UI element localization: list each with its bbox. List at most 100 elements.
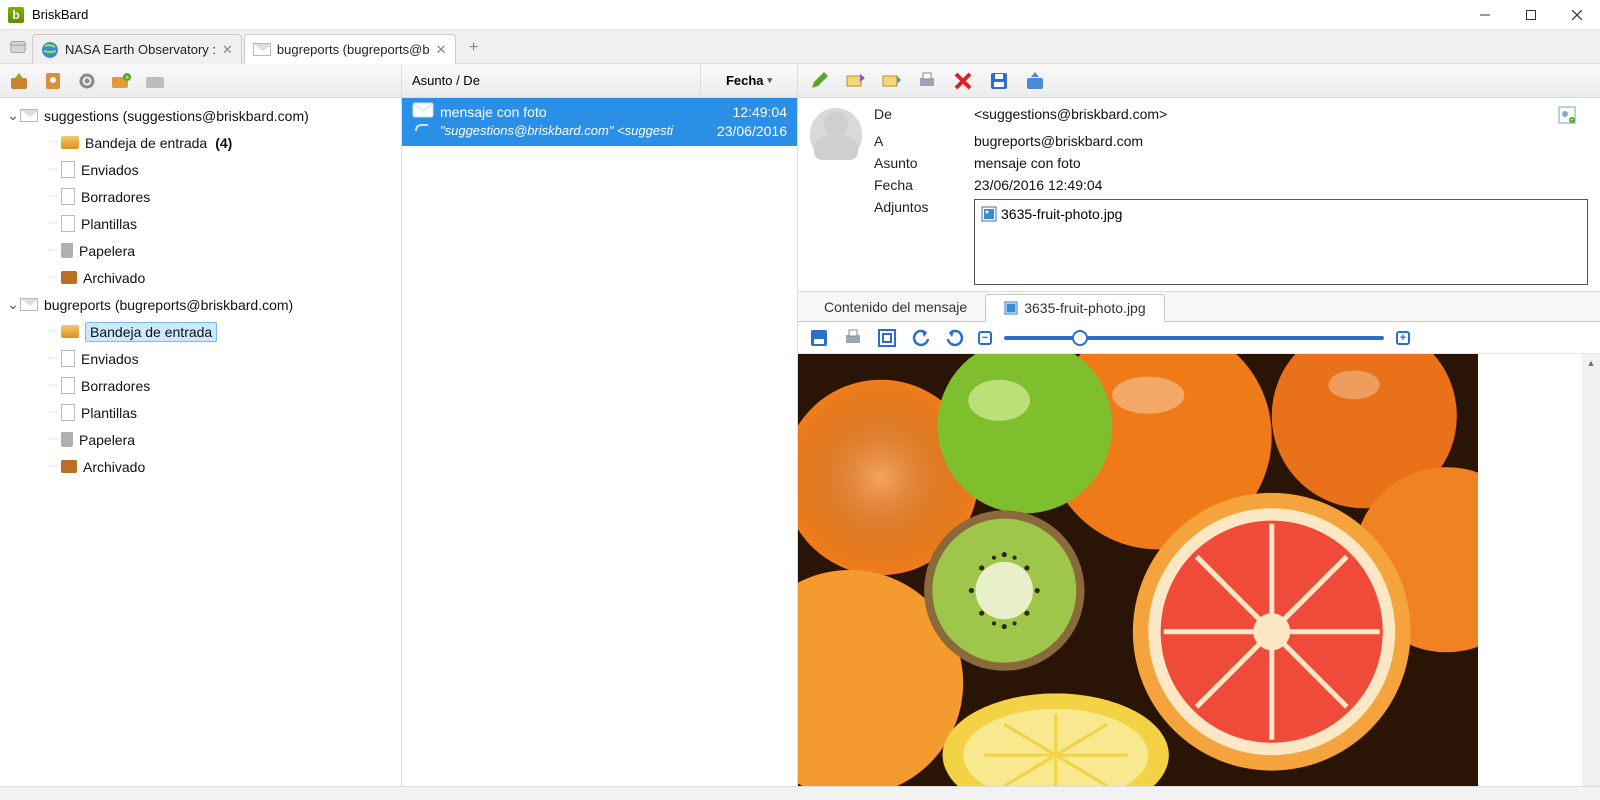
zoom-thumb[interactable] [1072, 330, 1088, 346]
label-from: De [874, 106, 974, 122]
folder-trash[interactable]: ⋯Papelera [0, 426, 401, 453]
home-button[interactable] [6, 35, 30, 59]
attachment-icon [412, 121, 434, 140]
inbox-icon [61, 325, 79, 338]
archive-icon [61, 460, 77, 473]
save-image-icon[interactable] [808, 327, 830, 349]
message-list: Asunto / De Fecha▾ mensaje con foto 12:4… [402, 64, 798, 786]
label-to: A [874, 133, 974, 149]
account-label: suggestions (suggestions@briskbard.com) [44, 108, 309, 124]
rotate-left-icon[interactable] [910, 327, 932, 349]
trash-icon [61, 432, 73, 447]
image-file-icon [981, 206, 997, 222]
folder-drafts[interactable]: ⋯Borradores [0, 372, 401, 399]
column-date[interactable]: Fecha▾ [701, 64, 797, 97]
label-date: Fecha [874, 177, 974, 193]
account-label: bugreports (bugreports@briskbard.com) [44, 297, 293, 313]
collapse-icon[interactable]: ⌄ [6, 107, 20, 124]
folder-archive[interactable]: ⋯Archivado [0, 264, 401, 291]
zoom-in-button[interactable]: + [1396, 331, 1410, 345]
message-subject: mensaje con foto [440, 104, 733, 120]
rotate-right-icon[interactable] [944, 327, 966, 349]
tab-strip: NASA Earth Observatory : ✕ bugreports (b… [0, 30, 1600, 64]
vertical-scrollbar[interactable]: ▴ [1582, 354, 1600, 786]
account-node[interactable]: ⌄ bugreports (bugreports@briskbard.com) [0, 291, 401, 318]
minimize-button[interactable] [1462, 0, 1508, 30]
tab-message-content[interactable]: Contenido del mensaje [806, 293, 985, 321]
app-title: BriskBard [32, 7, 88, 22]
image-area[interactable] [798, 354, 1478, 786]
folder-sidebar: + ⌄ suggestions (suggestions@briskbard.c… [0, 64, 402, 786]
image-viewer: ▴ [798, 354, 1600, 786]
tab-nasa[interactable]: NASA Earth Observatory : ✕ [32, 34, 242, 64]
title-bar: b BriskBard [0, 0, 1600, 30]
folder-templates[interactable]: ⋯Plantillas [0, 399, 401, 426]
sidebar-toolbar: + [0, 64, 401, 98]
attachments-box[interactable]: 3635-fruit-photo.jpg [974, 199, 1588, 285]
message-from: "suggestions@briskbard.com" <suggesti [440, 123, 717, 138]
compose-icon[interactable] [808, 70, 830, 92]
tab-close-icon[interactable]: ✕ [436, 42, 447, 58]
message-date: 23/06/2016 [717, 123, 787, 139]
inbox-icon [61, 136, 79, 149]
print-image-icon[interactable] [842, 327, 864, 349]
maximize-button[interactable] [1508, 0, 1554, 30]
forward-icon[interactable] [880, 70, 902, 92]
folder-inbox[interactable]: ⋯Bandeja de entrada [0, 318, 401, 345]
folder-trash[interactable]: ⋯Papelera [0, 237, 401, 264]
value-to: bugreports@briskbard.com [974, 133, 1588, 149]
trash-icon [61, 243, 73, 258]
add-contact-icon[interactable]: + [1558, 106, 1588, 127]
new-tab-button[interactable]: + [462, 36, 486, 60]
reader-pane: De <suggestions@briskbard.com> + A bugre… [798, 64, 1600, 786]
zoom-out-button[interactable]: − [978, 331, 992, 345]
folder-inbox[interactable]: ⋯Bandeja de entrada(4) [0, 129, 401, 156]
reply-icon[interactable] [844, 70, 866, 92]
reader-headers: De <suggestions@briskbard.com> + A bugre… [798, 98, 1600, 292]
drafts-icon [61, 188, 75, 205]
zoom-slider[interactable] [1004, 336, 1384, 340]
print-icon[interactable] [916, 70, 938, 92]
save-icon[interactable] [988, 70, 1010, 92]
scroll-up-icon[interactable]: ▴ [1588, 358, 1593, 369]
folder-drafts[interactable]: ⋯Borradores [0, 183, 401, 210]
folder-archive[interactable]: ⋯Archivado [0, 453, 401, 480]
attachment-item[interactable]: 3635-fruit-photo.jpg [981, 206, 1581, 222]
account-node[interactable]: ⌄ suggestions (suggestions@briskbard.com… [0, 102, 401, 129]
label-attachments: Adjuntos [874, 199, 974, 215]
envelope-icon [412, 102, 434, 121]
message-list-header: Asunto / De Fecha▾ [402, 64, 797, 98]
folder-sent[interactable]: ⋯Enviados [0, 156, 401, 183]
svg-text:+: + [125, 74, 129, 81]
image-toolbar: − + [798, 322, 1600, 354]
sort-arrow-icon: ▾ [768, 75, 773, 86]
value-date: 23/06/2016 12:49:04 [974, 177, 1588, 193]
fetch-mail-icon[interactable] [8, 70, 30, 92]
message-item[interactable]: mensaje con foto 12:49:04 "suggestions@b… [402, 98, 797, 146]
reader-toolbar [798, 64, 1600, 98]
avatar-icon [810, 108, 862, 160]
folder-templates[interactable]: ⋯Plantillas [0, 210, 401, 237]
close-button[interactable] [1554, 0, 1600, 30]
folder-sent[interactable]: ⋯Enviados [0, 345, 401, 372]
new-folder-icon[interactable]: + [110, 70, 132, 92]
content-tabs: Contenido del mensaje 3635-fruit-photo.j… [798, 292, 1600, 322]
tab-bugreports[interactable]: bugreports (bugreports@b ✕ [244, 34, 456, 64]
templates-icon [61, 404, 75, 421]
sent-icon [61, 350, 75, 367]
delete-icon[interactable] [952, 70, 974, 92]
tab-image-attachment[interactable]: 3635-fruit-photo.jpg [985, 294, 1164, 322]
fit-screen-icon[interactable] [876, 327, 898, 349]
column-subject[interactable]: Asunto / De [402, 64, 701, 97]
collapse-icon[interactable]: ⌄ [6, 296, 20, 313]
address-book-icon[interactable] [42, 70, 64, 92]
envelope-icon [20, 298, 38, 311]
envelope-icon [20, 109, 38, 122]
app-icon: b [8, 7, 24, 23]
tab-close-icon[interactable]: ✕ [222, 42, 233, 58]
folder-icon[interactable] [144, 70, 166, 92]
export-icon[interactable] [1024, 70, 1046, 92]
envelope-icon [253, 43, 271, 56]
templates-icon [61, 215, 75, 232]
settings-icon[interactable] [76, 70, 98, 92]
